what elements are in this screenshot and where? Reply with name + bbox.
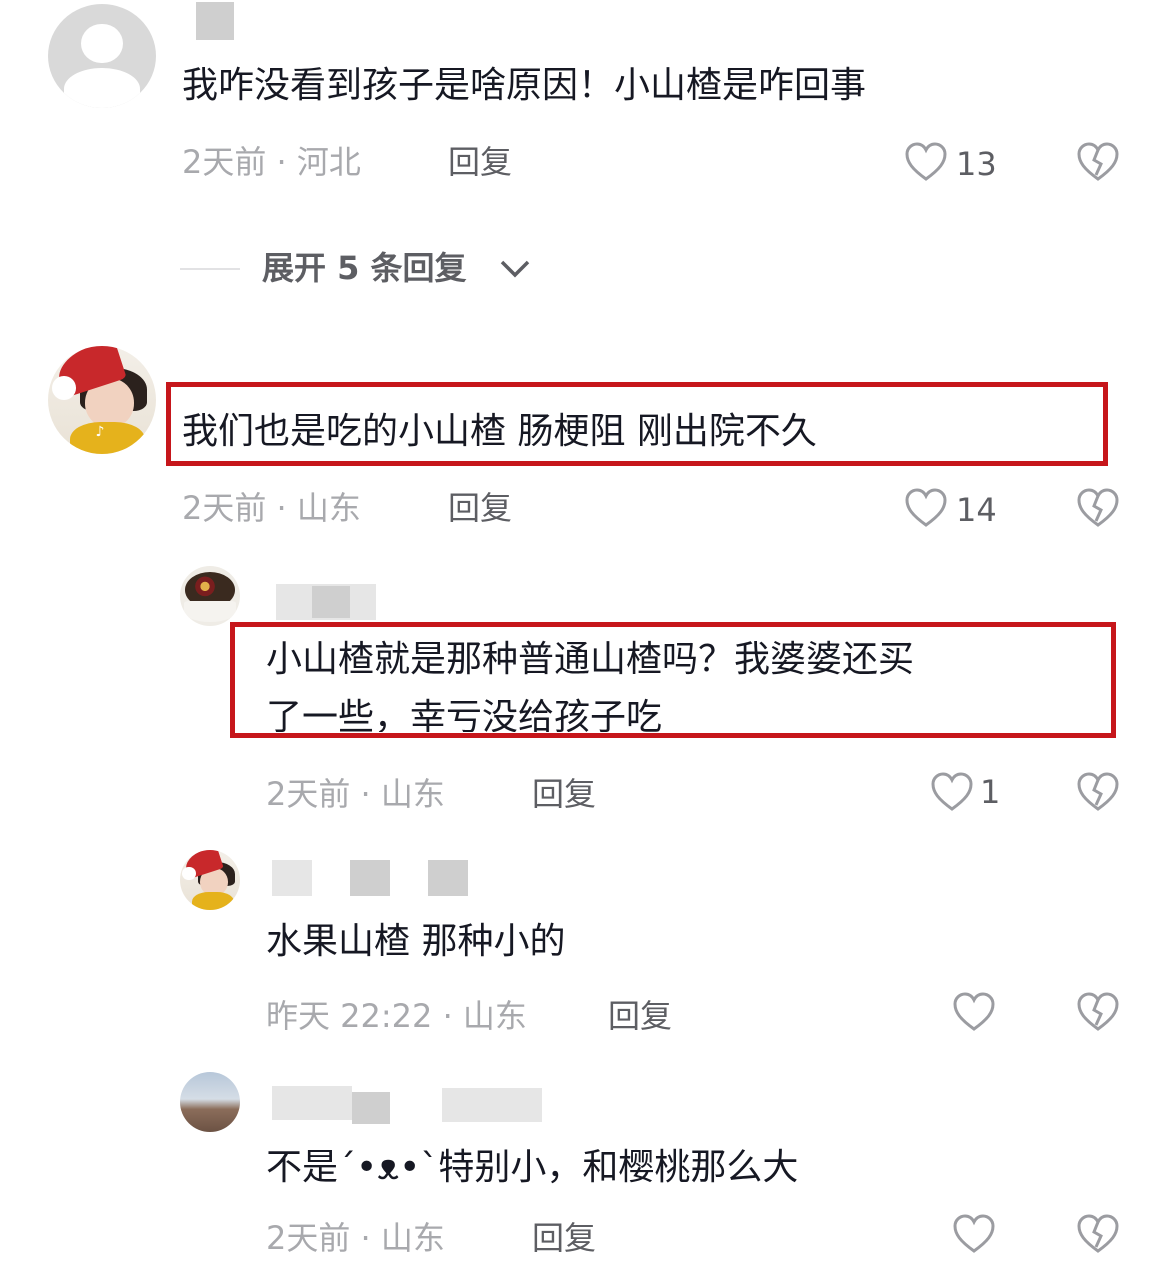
reply-button[interactable]: 回复 [532,1218,596,1258]
dislike-broken-heart-icon[interactable] [1076,772,1120,812]
cake-avatar[interactable] [180,566,240,626]
comment-meta: 2天前 · 山东 [182,489,361,527]
username-redacted[interactable] [272,1086,352,1120]
username-redacted[interactable] [272,860,312,896]
red-highlight-box [230,622,1116,738]
reply-meta: 2天前 · 山东 [266,1219,445,1257]
santa-girl-avatar[interactable] [180,850,240,910]
comment-text: 我咋没看到孩子是啥原因！小山楂是咋回事 [182,65,867,106]
reply-button[interactable]: 回复 [532,774,596,814]
expand-divider [180,268,240,270]
dislike-broken-heart-icon[interactable] [1076,1214,1120,1254]
red-highlight-box [166,382,1108,466]
like-count: 13 [956,145,997,183]
like-heart-icon[interactable] [930,772,974,812]
like-heart-icon[interactable] [904,488,948,528]
username-redacted[interactable] [196,2,234,40]
reply-meta: 2天前 · 山东 [266,775,445,813]
tiktok-note-icon: ♪ [95,423,105,440]
landscape-avatar[interactable] [180,1072,240,1132]
chevron-down-icon[interactable] [498,256,532,280]
like-heart-icon[interactable] [952,992,996,1032]
like-count: 1 [980,773,1001,811]
reply-button[interactable]: 回复 [448,142,512,182]
like-heart-icon[interactable] [904,142,948,182]
reply-button[interactable]: 回复 [448,488,512,528]
reply-meta: 昨天 22:22 · 山东 [266,997,527,1035]
reply-text: 水果山楂 那种小的 [266,921,566,962]
dislike-broken-heart-icon[interactable] [1076,992,1120,1032]
dislike-broken-heart-icon[interactable] [1076,142,1120,182]
like-heart-icon[interactable] [952,1214,996,1254]
expand-replies-button[interactable]: 展开 5 条回复 [262,248,467,288]
reply-button[interactable]: 回复 [608,996,672,1036]
like-count: 14 [956,491,997,529]
reply-text: 不是´•ᴥ•`特别小，和樱桃那么大 [266,1147,799,1188]
default-avatar-icon [81,23,123,64]
avatar[interactable] [48,4,156,108]
santa-girl-avatar[interactable]: ♪ [48,346,156,454]
dislike-broken-heart-icon[interactable] [1076,488,1120,528]
comment-meta: 2天前 · 河北 [182,143,361,181]
